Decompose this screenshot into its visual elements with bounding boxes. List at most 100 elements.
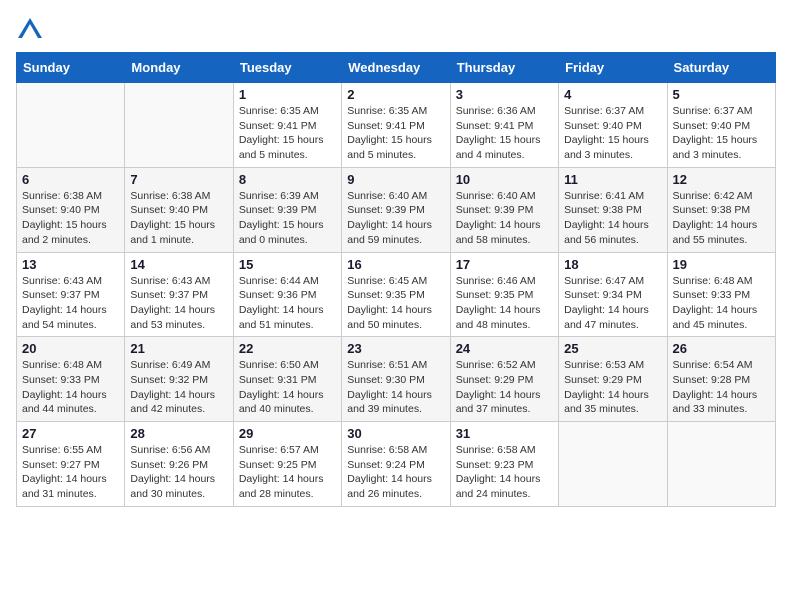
day-number: 20 [22,341,119,356]
day-info: Sunrise: 6:47 AM Sunset: 9:34 PM Dayligh… [564,274,661,333]
calendar-cell: 30 Sunrise: 6:58 AM Sunset: 9:24 PM Dayli… [342,422,450,507]
day-info: Sunrise: 6:39 AM Sunset: 9:39 PM Dayligh… [239,189,336,248]
calendar-cell: 10 Sunrise: 6:40 AM Sunset: 9:39 PM Dayli… [450,167,558,252]
day-info: Sunrise: 6:37 AM Sunset: 9:40 PM Dayligh… [564,104,661,163]
logo-icon [16,16,44,44]
day-number: 30 [347,426,444,441]
calendar-cell: 24 Sunrise: 6:52 AM Sunset: 9:29 PM Dayli… [450,337,558,422]
calendar-cell [559,422,667,507]
weekday-header: Friday [559,53,667,83]
day-info: Sunrise: 6:41 AM Sunset: 9:38 PM Dayligh… [564,189,661,248]
calendar-week-row: 6Sunrise: 6:38 AM Sunset: 9:40 PM Daylig… [17,167,776,252]
calendar-cell: 6Sunrise: 6:38 AM Sunset: 9:40 PM Daylig… [17,167,125,252]
day-info: Sunrise: 6:49 AM Sunset: 9:32 PM Dayligh… [130,358,227,417]
day-number: 10 [456,172,553,187]
calendar-cell: 26 Sunrise: 6:54 AM Sunset: 9:28 PM Dayli… [667,337,775,422]
day-info: Sunrise: 6:46 AM Sunset: 9:35 PM Dayligh… [456,274,553,333]
day-info: Sunrise: 6:40 AM Sunset: 9:39 PM Dayligh… [347,189,444,248]
day-info: Sunrise: 6:35 AM Sunset: 9:41 PM Dayligh… [347,104,444,163]
day-number: 18 [564,257,661,272]
day-number: 13 [22,257,119,272]
day-info: Sunrise: 6:44 AM Sunset: 9:36 PM Dayligh… [239,274,336,333]
day-number: 7 [130,172,227,187]
day-number: 14 [130,257,227,272]
calendar-cell [125,83,233,168]
calendar-cell [17,83,125,168]
day-info: Sunrise: 6:48 AM Sunset: 9:33 PM Dayligh… [22,358,119,417]
day-info: Sunrise: 6:42 AM Sunset: 9:38 PM Dayligh… [673,189,770,248]
day-info: Sunrise: 6:48 AM Sunset: 9:33 PM Dayligh… [673,274,770,333]
day-info: Sunrise: 6:38 AM Sunset: 9:40 PM Dayligh… [130,189,227,248]
calendar-cell: 16 Sunrise: 6:45 AM Sunset: 9:35 PM Dayli… [342,252,450,337]
calendar-table: SundayMondayTuesdayWednesdayThursdayFrid… [16,52,776,507]
calendar-cell: 2 Sunrise: 6:35 AM Sunset: 9:41 PM Daylig… [342,83,450,168]
day-number: 12 [673,172,770,187]
day-number: 26 [673,341,770,356]
day-info: Sunrise: 6:37 AM Sunset: 9:40 PM Dayligh… [673,104,770,163]
day-number: 2 [347,87,444,102]
day-info: Sunrise: 6:36 AM Sunset: 9:41 PM Dayligh… [456,104,553,163]
day-info: Sunrise: 6:55 AM Sunset: 9:27 PM Dayligh… [22,443,119,502]
day-number: 28 [130,426,227,441]
calendar-cell: 7 Sunrise: 6:38 AM Sunset: 9:40 PM Daylig… [125,167,233,252]
day-number: 29 [239,426,336,441]
day-info: Sunrise: 6:58 AM Sunset: 9:24 PM Dayligh… [347,443,444,502]
calendar-cell: 23Sunrise: 6:51 AM Sunset: 9:30 PM Dayli… [342,337,450,422]
weekday-header: Monday [125,53,233,83]
day-number: 1 [239,87,336,102]
day-info: Sunrise: 6:38 AM Sunset: 9:40 PM Dayligh… [22,189,119,248]
day-number: 3 [456,87,553,102]
day-info: Sunrise: 6:52 AM Sunset: 9:29 PM Dayligh… [456,358,553,417]
day-number: 15 [239,257,336,272]
calendar-week-row: 20 Sunrise: 6:48 AM Sunset: 9:33 PM Dayli… [17,337,776,422]
calendar-cell: 22Sunrise: 6:50 AM Sunset: 9:31 PM Dayli… [233,337,341,422]
day-info: Sunrise: 6:56 AM Sunset: 9:26 PM Dayligh… [130,443,227,502]
weekday-header: Tuesday [233,53,341,83]
calendar-cell [667,422,775,507]
day-number: 22 [239,341,336,356]
calendar-cell: 9 Sunrise: 6:40 AM Sunset: 9:39 PM Daylig… [342,167,450,252]
day-info: Sunrise: 6:53 AM Sunset: 9:29 PM Dayligh… [564,358,661,417]
day-number: 16 [347,257,444,272]
calendar-cell: 3 Sunrise: 6:36 AM Sunset: 9:41 PM Daylig… [450,83,558,168]
day-info: Sunrise: 6:40 AM Sunset: 9:39 PM Dayligh… [456,189,553,248]
calendar-cell: 8 Sunrise: 6:39 AM Sunset: 9:39 PM Daylig… [233,167,341,252]
day-info: Sunrise: 6:43 AM Sunset: 9:37 PM Dayligh… [22,274,119,333]
day-number: 17 [456,257,553,272]
weekday-header: Thursday [450,53,558,83]
calendar-cell: 13 Sunrise: 6:43 AM Sunset: 9:37 PM Dayli… [17,252,125,337]
day-number: 8 [239,172,336,187]
day-info: Sunrise: 6:35 AM Sunset: 9:41 PM Dayligh… [239,104,336,163]
weekday-header: Saturday [667,53,775,83]
calendar-cell: 29Sunrise: 6:57 AM Sunset: 9:25 PM Dayli… [233,422,341,507]
logo [16,16,48,44]
page-header [16,16,776,44]
day-number: 11 [564,172,661,187]
calendar-cell: 1 Sunrise: 6:35 AM Sunset: 9:41 PM Daylig… [233,83,341,168]
calendar-week-row: 1 Sunrise: 6:35 AM Sunset: 9:41 PM Daylig… [17,83,776,168]
calendar-cell: 12 Sunrise: 6:42 AM Sunset: 9:38 PM Dayli… [667,167,775,252]
calendar-cell: 21Sunrise: 6:49 AM Sunset: 9:32 PM Dayli… [125,337,233,422]
weekday-header-row: SundayMondayTuesdayWednesdayThursdayFrid… [17,53,776,83]
day-info: Sunrise: 6:54 AM Sunset: 9:28 PM Dayligh… [673,358,770,417]
calendar-cell: 15 Sunrise: 6:44 AM Sunset: 9:36 PM Dayli… [233,252,341,337]
day-number: 9 [347,172,444,187]
calendar-cell: 17 Sunrise: 6:46 AM Sunset: 9:35 PM Dayli… [450,252,558,337]
calendar-week-row: 27Sunrise: 6:55 AM Sunset: 9:27 PM Dayli… [17,422,776,507]
day-number: 4 [564,87,661,102]
calendar-cell: 18 Sunrise: 6:47 AM Sunset: 9:34 PM Dayli… [559,252,667,337]
weekday-header: Wednesday [342,53,450,83]
day-info: Sunrise: 6:51 AM Sunset: 9:30 PM Dayligh… [347,358,444,417]
calendar-cell: 27Sunrise: 6:55 AM Sunset: 9:27 PM Dayli… [17,422,125,507]
calendar-cell: 5Sunrise: 6:37 AM Sunset: 9:40 PM Daylig… [667,83,775,168]
day-number: 25 [564,341,661,356]
weekday-header: Sunday [17,53,125,83]
day-info: Sunrise: 6:43 AM Sunset: 9:37 PM Dayligh… [130,274,227,333]
day-number: 31 [456,426,553,441]
day-number: 24 [456,341,553,356]
calendar-cell: 28 Sunrise: 6:56 AM Sunset: 9:26 PM Dayli… [125,422,233,507]
calendar-cell: 11 Sunrise: 6:41 AM Sunset: 9:38 PM Dayli… [559,167,667,252]
calendar-week-row: 13 Sunrise: 6:43 AM Sunset: 9:37 PM Dayli… [17,252,776,337]
day-info: Sunrise: 6:45 AM Sunset: 9:35 PM Dayligh… [347,274,444,333]
calendar-cell: 14 Sunrise: 6:43 AM Sunset: 9:37 PM Dayli… [125,252,233,337]
